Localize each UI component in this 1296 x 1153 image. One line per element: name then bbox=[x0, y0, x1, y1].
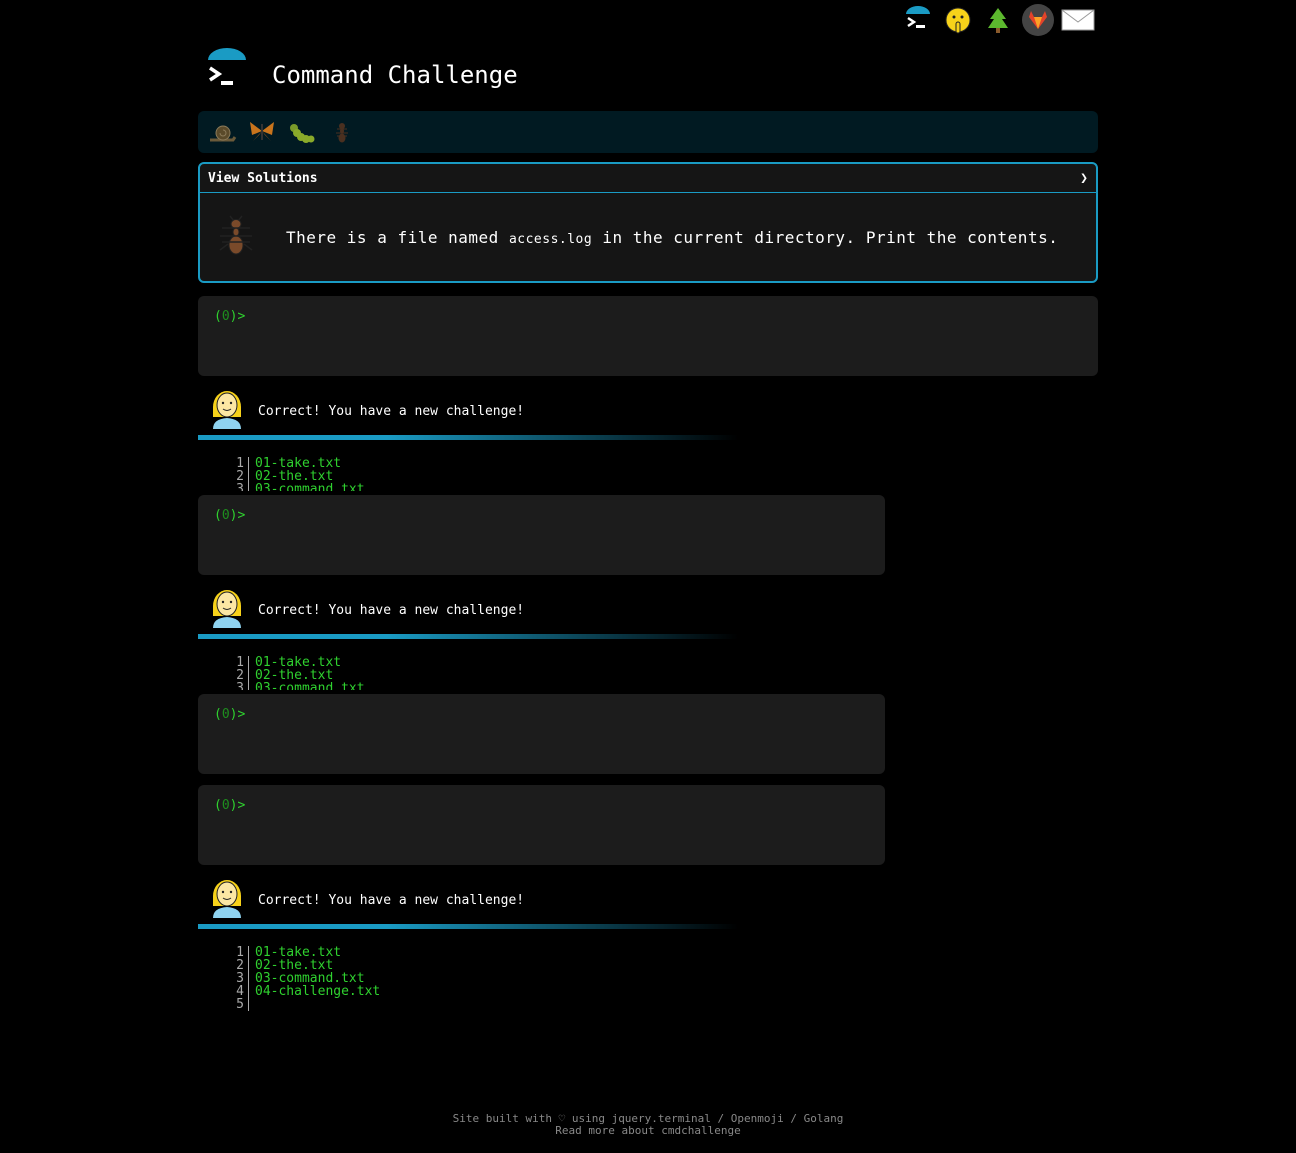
terminal[interactable]: (0)> bbox=[198, 296, 1098, 376]
envelope-icon[interactable] bbox=[1060, 2, 1096, 38]
feedback-message: Correct! You have a new challenge! bbox=[198, 874, 1098, 930]
file-listing: 1 01-take.txt 2 02-the.txt 3 03-command.txt bbox=[198, 656, 365, 690]
site-title[interactable]: Command Challenge bbox=[272, 61, 518, 89]
terminal-prompt: (0)> bbox=[214, 798, 245, 813]
terminal[interactable]: (0)> bbox=[198, 785, 885, 865]
exit-code: 0 bbox=[221, 508, 230, 523]
file-name bbox=[249, 998, 255, 1011]
view-solutions-toggle[interactable]: View Solutions ❯ bbox=[200, 164, 1096, 193]
exit-code: 0 bbox=[221, 798, 230, 813]
exit-code: 0 bbox=[221, 707, 230, 722]
file-name: 03-command.txt bbox=[255, 681, 365, 690]
site-logo-icon[interactable] bbox=[204, 48, 250, 96]
woman-avatar-icon bbox=[210, 385, 244, 433]
cmdchallenge-logo-icon[interactable] bbox=[900, 2, 936, 38]
level-bar bbox=[198, 111, 1098, 153]
file-listing: 1 01-take.txt 2 02-the.txt 3 03-command.txt bbox=[198, 457, 365, 491]
snail-icon[interactable] bbox=[204, 114, 240, 150]
tree-icon[interactable] bbox=[980, 2, 1016, 38]
terminal-prompt: (0)> bbox=[214, 309, 245, 324]
caterpillar-icon[interactable] bbox=[284, 114, 320, 150]
top-nav bbox=[900, 2, 1096, 38]
prompt-close: )> bbox=[229, 309, 246, 324]
prompt-close: )> bbox=[229, 798, 246, 813]
line-number: 5 bbox=[198, 998, 249, 1011]
file-name: 04-challenge.txt bbox=[255, 984, 381, 999]
divider bbox=[198, 435, 738, 440]
prompt-open: ( bbox=[214, 798, 222, 813]
feedback-text: Correct! You have a new challenge! bbox=[258, 893, 525, 908]
ant-icon bbox=[216, 212, 256, 262]
file-name: 03-command.txt bbox=[255, 482, 365, 491]
terminal-prompt: (0)> bbox=[214, 707, 245, 722]
challenge-text-end: in the current directory. Print the cont… bbox=[602, 227, 1059, 247]
prompt-close: )> bbox=[229, 508, 246, 523]
terminal[interactable]: (0)> bbox=[198, 495, 885, 575]
footer-about-link[interactable]: Read more about cmdchallenge bbox=[0, 1125, 1296, 1137]
challenge-text-start: There is a file named bbox=[286, 227, 499, 247]
list-item: 3 03-command.txt bbox=[198, 483, 365, 491]
shushing-face-icon[interactable] bbox=[940, 2, 976, 38]
chevron-right-icon[interactable]: ❯ bbox=[1080, 171, 1088, 186]
line-number: 3 bbox=[198, 483, 249, 491]
file-listing: 1 01-take.txt 2 02-the.txt 3 03-command.txt… bbox=[198, 946, 380, 1012]
list-item: 3 03-command.txt bbox=[198, 682, 365, 690]
woman-avatar-icon bbox=[210, 874, 244, 922]
woman-avatar-icon bbox=[210, 584, 244, 632]
prompt-close: )> bbox=[229, 707, 246, 722]
divider bbox=[198, 924, 738, 929]
exit-code: 0 bbox=[221, 309, 230, 324]
divider bbox=[198, 634, 738, 639]
footer: Site built with ♡ using jquery.terminal … bbox=[0, 1113, 1296, 1137]
challenge-panel: View Solutions ❯ There is a file named a… bbox=[198, 162, 1098, 283]
terminal[interactable]: (0)> bbox=[198, 694, 885, 774]
prompt-open: ( bbox=[214, 508, 222, 523]
list-item: 5 bbox=[198, 998, 380, 1011]
feedback-message: Correct! You have a new challenge! bbox=[198, 584, 1098, 640]
feedback-message: Correct! You have a new challenge! bbox=[198, 385, 1098, 441]
ant-icon[interactable] bbox=[324, 114, 360, 150]
list-item: 4 04-challenge.txt bbox=[198, 985, 380, 998]
challenge-description: There is a file named access.log in the … bbox=[286, 228, 1058, 247]
feedback-text: Correct! You have a new challenge! bbox=[258, 603, 525, 618]
feedback-text: Correct! You have a new challenge! bbox=[258, 404, 525, 419]
challenge-filename: access.log bbox=[508, 231, 593, 247]
prompt-open: ( bbox=[214, 707, 222, 722]
gitlab-icon[interactable] bbox=[1020, 2, 1056, 38]
prompt-open: ( bbox=[214, 309, 222, 324]
view-solutions-label[interactable]: View Solutions bbox=[208, 171, 318, 186]
site-header: Command Challenge bbox=[204, 48, 518, 96]
terminal-prompt: (0)> bbox=[214, 508, 245, 523]
butterfly-icon[interactable] bbox=[244, 114, 280, 150]
line-number: 3 bbox=[198, 682, 249, 690]
